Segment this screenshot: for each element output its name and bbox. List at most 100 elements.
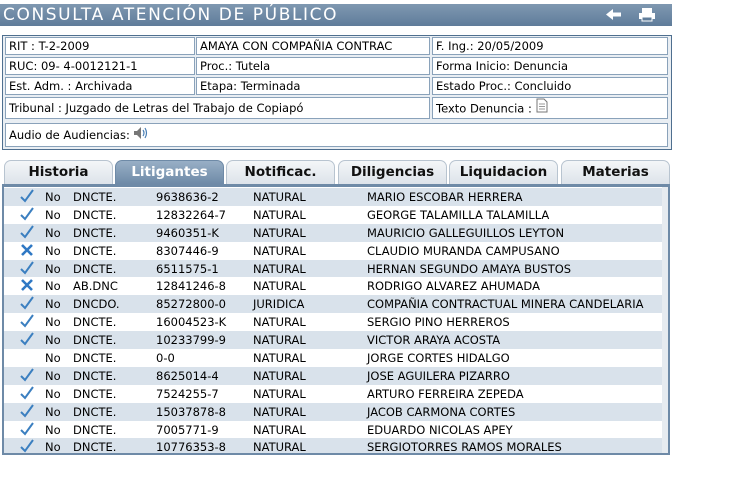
- cross-icon: [19, 242, 35, 260]
- litigante-estado: No: [45, 190, 61, 204]
- litigante-tipo: DNCTE.: [73, 333, 117, 348]
- rit-field: RIT : T-2-2009: [5, 37, 195, 55]
- estado-administrativo-field: Est. Adm. : Archivada: [5, 77, 195, 95]
- litigantes-panel: No DNCTE. 9638636-2 NATURAL MARIO ESCOBAR HE…: [2, 184, 670, 455]
- litigante-estado: No: [45, 386, 61, 401]
- check-icon: [19, 403, 35, 421]
- tab-diligencias[interactable]: Diligencias: [338, 160, 447, 184]
- list-item[interactable]: No AB.DNC 12841246-8 NATURAL RODRIGO ALVAREZ…: [4, 277, 668, 295]
- litigante-rut: 7005771-9: [156, 422, 219, 437]
- litigante-tipo: DNCDO.: [73, 297, 120, 312]
- fecha-ingreso-field: F. Ing.: 20/05/2009: [432, 37, 668, 55]
- litigante-persona: NATURAL: [253, 207, 306, 222]
- list-item[interactable]: No DNCTE. 7524255-7 NATURAL ARTURO FERREIRA …: [4, 385, 668, 403]
- litigante-rut: 7524255-7: [156, 386, 219, 401]
- litigante-estado: No: [45, 351, 61, 366]
- litigante-estado: No: [45, 404, 61, 419]
- litigante-estado: No: [45, 440, 61, 455]
- litigante-tipo: DNCTE.: [73, 404, 117, 419]
- litigante-persona: NATURAL: [253, 225, 306, 240]
- case-info-panel: RIT : T-2-2009 AMAYA CON COMPAÑIA CONTRA…: [2, 35, 672, 150]
- speaker-icon[interactable]: [133, 125, 149, 146]
- list-item[interactable]: No DNCTE. 10233799-9 NATURAL VICTOR ARAYA AC…: [4, 331, 668, 350]
- litigante-persona: NATURAL: [253, 351, 306, 366]
- procedimiento-field: Proc.: Tutela: [196, 57, 430, 75]
- litigante-tipo: DNCTE.: [73, 422, 117, 437]
- litigante-persona: JURIDICA: [253, 297, 305, 312]
- litigante-nombre: CLAUDIO MURANDA CAMPUSANO: [367, 243, 560, 258]
- litigante-estado: No: [45, 207, 61, 222]
- litigante-persona: NATURAL: [253, 386, 306, 401]
- litigante-nombre: ARTURO FERREIRA ZEPEDA: [367, 386, 524, 401]
- check-icon: [19, 206, 35, 224]
- litigante-estado: No: [45, 261, 61, 276]
- litigante-tipo: DNCTE.: [73, 243, 117, 258]
- litigante-nombre: JORGE CORTES HIDALGO: [367, 351, 510, 366]
- caratulado-field: AMAYA CON COMPAÑIA CONTRAC: [196, 37, 430, 55]
- litigante-tipo: DNCTE.: [73, 440, 117, 455]
- back-arrow-icon[interactable]: [605, 6, 623, 23]
- list-item[interactable]: No DNCTE. 9638636-2 NATURAL MARIO ESCOBAR HE…: [4, 188, 668, 206]
- audio-audiencias-field: Audio de Audiencias:: [5, 123, 668, 147]
- texto-denuncia-field: Texto Denuncia :: [432, 97, 668, 119]
- litigante-persona: NATURAL: [253, 440, 306, 455]
- list-item[interactable]: No DNCTE. 0-0 NATURAL JORGE CORTES HIDALGO: [4, 349, 668, 367]
- check-icon: [19, 385, 35, 403]
- litigante-estado: No: [45, 243, 61, 258]
- list-item[interactable]: No DNCTE. 6511575-1 NATURAL HERNAN SEGUNDO A…: [4, 259, 668, 278]
- litigante-estado: No: [45, 315, 61, 330]
- tab-liquidacion[interactable]: Liquidacion: [449, 160, 558, 184]
- list-item[interactable]: No DNCTE. 10776353-8 NATURAL SERGIOTORRES RA…: [4, 438, 668, 455]
- list-item[interactable]: No DNCTE. 7005771-9 NATURAL EDUARDO NICOLAS …: [4, 421, 668, 439]
- list-item[interactable]: No DNCTE. 16004523-K NATURAL SERGIO PINO HER…: [4, 313, 668, 331]
- list-item[interactable]: No DNCTE. 8307446-9 NATURAL CLAUDIO MURANDA …: [4, 242, 668, 260]
- estado-procesal-field: Estado Proc.: Concluido: [432, 77, 668, 95]
- litigante-rut: 85272800-0: [156, 297, 226, 312]
- check-icon: [19, 313, 35, 331]
- litigante-tipo: AB.DNC: [73, 279, 118, 294]
- litigante-rut: 12832264-7: [156, 207, 226, 222]
- printer-icon[interactable]: [638, 6, 656, 23]
- litigante-nombre: HERNAN SEGUNDO AMAYA BUSTOS: [367, 261, 572, 276]
- title-bar: CONSULTA ATENCIÓN DE PÚBLICO: [0, 4, 672, 26]
- litigante-rut: 0-0: [156, 351, 175, 366]
- litigantes-list: No DNCTE. 9638636-2 NATURAL MARIO ESCOBAR HE…: [4, 188, 668, 455]
- litigante-nombre: SERGIO PINO HERREROS: [367, 315, 510, 330]
- litigante-estado: No: [45, 279, 61, 294]
- litigante-rut: 8307446-9: [156, 243, 219, 258]
- litigante-nombre: JACOB CARMONA CORTES: [367, 404, 516, 419]
- litigante-estado: No: [45, 297, 61, 312]
- document-icon[interactable]: [536, 98, 548, 118]
- litigante-tipo: DNCTE.: [73, 351, 117, 366]
- litigante-nombre: JOSE AGUILERA PIZARRO: [367, 368, 510, 383]
- litigante-tipo: DNCTE.: [73, 386, 117, 401]
- tab-materias[interactable]: Materias: [561, 160, 670, 184]
- litigante-persona: NATURAL: [253, 261, 306, 276]
- litigante-persona: NATURAL: [253, 422, 306, 437]
- check-icon: [19, 188, 35, 206]
- litigante-nombre: COMPAÑIA CONTRACTUAL MINERA CANDELARIA: [367, 297, 644, 312]
- litigante-tipo: DNCTE.: [73, 261, 117, 276]
- check-icon: [19, 421, 35, 439]
- litigante-rut: 8625014-4: [156, 368, 219, 383]
- tab-historia[interactable]: Historia: [4, 160, 113, 184]
- litigante-tipo: DNCTE.: [73, 368, 117, 383]
- ruc-field: RUC: 09- 4-0012121-1: [5, 57, 195, 75]
- list-item[interactable]: No DNCTE. 15037878-8 NATURAL JACOB CARMONA C…: [4, 402, 668, 421]
- litigante-persona: NATURAL: [253, 190, 306, 204]
- scrollbar[interactable]: [662, 187, 668, 453]
- check-icon: [19, 367, 35, 385]
- etapa-field: Etapa: Terminada: [196, 77, 430, 95]
- list-item[interactable]: No DNCTE. 9460351-K NATURAL MAURICIO GALLEGU…: [4, 223, 668, 242]
- tab-litigantes[interactable]: Litigantes: [115, 160, 224, 184]
- litigante-rut: 9638636-2: [156, 190, 219, 204]
- check-icon: [19, 331, 35, 349]
- litigante-persona: NATURAL: [253, 368, 306, 383]
- tab-notificaciones[interactable]: Notificac.: [226, 160, 335, 184]
- list-item[interactable]: No DNCTE. 8625014-4 NATURAL JOSE AGUILERA PI…: [4, 366, 668, 385]
- forma-inicio-field: Forma Inicio: Denuncia: [432, 57, 668, 75]
- list-item[interactable]: No DNCDO. 85272800-0 JURIDICA COMPAÑIA CONTR…: [4, 295, 668, 314]
- audio-label: Audio de Audiencias:: [9, 128, 130, 142]
- empty-status: [19, 349, 35, 367]
- list-item[interactable]: No DNCTE. 12832264-7 NATURAL GEORGE TALAMILL…: [4, 206, 668, 224]
